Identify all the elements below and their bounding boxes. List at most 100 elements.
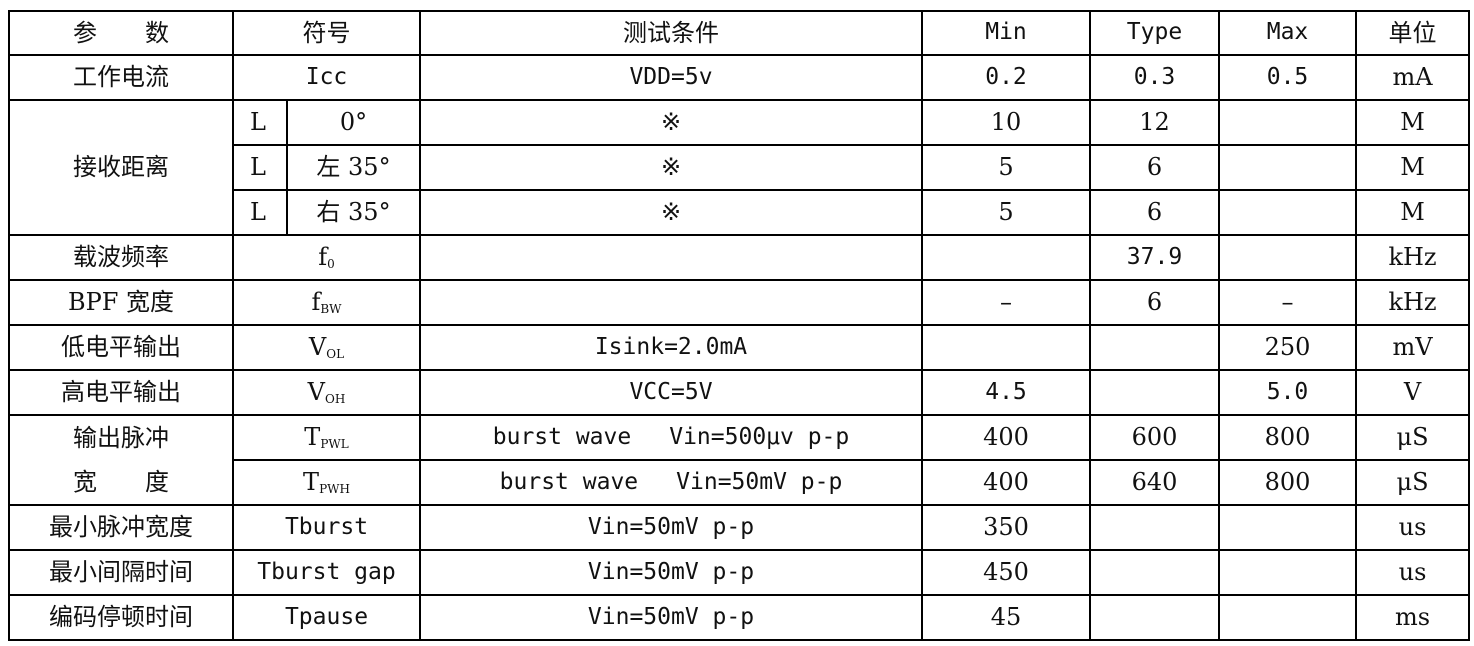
unit-cell: ms xyxy=(1355,594,1470,641)
param-cell-line2: 宽 度 xyxy=(8,460,234,506)
condition-cell: VDD=5v xyxy=(419,54,923,101)
condition-wave: burst wave xyxy=(492,423,632,450)
unit-cell: us xyxy=(1355,549,1470,596)
table-row-tburst: 最小脉冲宽度 Tburst Vin=50mV p-p 350 us xyxy=(8,504,1470,551)
symbol-cell: Icc xyxy=(232,54,421,101)
symbol-main: V xyxy=(308,332,327,361)
max-cell: 250 xyxy=(1218,324,1357,371)
type-cell: 6 xyxy=(1089,279,1220,326)
param-cell: 最小脉冲宽度 xyxy=(8,504,234,551)
symbol-sub: PWL xyxy=(320,436,349,451)
unit-cell: V xyxy=(1355,369,1470,416)
unit-cell: kHz xyxy=(1355,234,1470,281)
param-cell: 编码停顿时间 xyxy=(8,594,234,641)
table-row-voh: 高电平输出 VOH VCC=5V 4.5 5.0 V xyxy=(8,369,1470,416)
condition-cell: burst wave Vin=500μv p-p xyxy=(419,414,923,461)
l-cell: L xyxy=(232,99,288,146)
param-cell: 最小间隔时间 xyxy=(8,549,234,596)
type-cell xyxy=(1089,504,1220,551)
min-cell: 400 xyxy=(921,459,1091,506)
header-max: Max xyxy=(1218,10,1357,56)
symbol-main: V xyxy=(307,377,326,406)
param-cell: 低电平输出 xyxy=(8,324,234,371)
unit-cell: mA xyxy=(1355,54,1470,101)
param-cell: 高电平输出 xyxy=(8,369,234,416)
min-cell: – xyxy=(921,279,1091,326)
symbol-sub: 0 xyxy=(327,256,335,271)
max-cell: – xyxy=(1218,279,1357,326)
max-cell: 5.0 xyxy=(1218,369,1357,416)
min-cell: 400 xyxy=(921,414,1091,461)
table-row-vol: 低电平输出 VOL Isink=2.0mA 250 mV xyxy=(8,324,1470,371)
type-cell: 600 xyxy=(1089,414,1220,461)
header-unit: 单位 xyxy=(1355,10,1470,56)
symbol-cell: VOL xyxy=(232,324,421,371)
symbol-sub: PWH xyxy=(319,481,350,496)
header-param: 参 数 xyxy=(8,10,234,56)
symbol-main: T xyxy=(304,422,321,451)
condition-cell: Vin=50mV p-p xyxy=(419,504,923,551)
type-cell xyxy=(1089,324,1220,371)
symbol-cell: TPWH xyxy=(232,459,421,506)
type-cell: 12 xyxy=(1089,99,1220,146)
min-cell xyxy=(921,324,1091,371)
condition-cell: ※ xyxy=(419,189,923,236)
min-cell: 350 xyxy=(921,504,1091,551)
symbol-sub: BW xyxy=(320,301,342,316)
symbol-sub: OL xyxy=(326,346,345,361)
symbol-cell: TPWL xyxy=(232,414,421,461)
symbol-main: T xyxy=(303,467,320,496)
param-cell-line1: 输出脉冲 xyxy=(8,414,234,460)
table-row-pause: 编码停顿时间 Tpause Vin=50mV p-p 45 ms xyxy=(8,594,1470,641)
param-cell: BPF 宽度 xyxy=(8,279,234,326)
unit-cell: μS xyxy=(1355,459,1470,506)
symbol-main: f xyxy=(318,242,328,271)
type-cell: 0.3 xyxy=(1089,54,1220,101)
symbol-cell: Tpause xyxy=(232,594,421,641)
header-condition: 测试条件 xyxy=(419,10,923,56)
max-cell xyxy=(1218,99,1357,146)
max-cell: 0.5 xyxy=(1218,54,1357,101)
angle-cell: 左 35° xyxy=(286,144,421,191)
header-min: Min xyxy=(921,10,1091,56)
unit-cell: M xyxy=(1355,189,1470,236)
symbol-cell: Tburst gap xyxy=(232,549,421,596)
min-cell: 5 xyxy=(921,189,1091,236)
table-row-carrier: 载波频率 f0 37.9 kHz xyxy=(8,234,1470,281)
symbol-cell: Tburst xyxy=(232,504,421,551)
condition-cell: VCC=5V xyxy=(419,369,923,416)
symbol-cell: VOH xyxy=(232,369,421,416)
condition-cell: Isink=2.0mA xyxy=(419,324,923,371)
unit-cell: us xyxy=(1355,504,1470,551)
max-cell xyxy=(1218,189,1357,236)
type-cell xyxy=(1089,594,1220,641)
table-row-tpwl: 输出脉冲 TPWL burst wave Vin=500μv p-p 400 60… xyxy=(8,414,1470,461)
symbol-cell: fBW xyxy=(232,279,421,326)
condition-vin: Vin=500μv p-p xyxy=(669,423,850,450)
condition-cell: ※ xyxy=(419,144,923,191)
min-cell: 450 xyxy=(921,549,1091,596)
angle-cell: 0° xyxy=(286,99,421,146)
max-cell xyxy=(1218,144,1357,191)
max-cell xyxy=(1218,594,1357,641)
condition-vin: Vin=50mV p-p xyxy=(676,468,843,495)
max-cell: 800 xyxy=(1218,414,1357,461)
min-cell: 10 xyxy=(921,99,1091,146)
angle-cell: 右 35° xyxy=(286,189,421,236)
max-cell: 800 xyxy=(1218,459,1357,506)
condition-cell: ※ xyxy=(419,99,923,146)
table-row-distance-0: 接收距离 L 0° ※ 10 12 M xyxy=(8,99,1470,236)
symbol-cell: f0 xyxy=(232,234,421,281)
unit-cell: M xyxy=(1355,144,1470,191)
type-cell: 6 xyxy=(1089,189,1220,236)
type-cell: 37.9 xyxy=(1089,234,1220,281)
min-cell: 5 xyxy=(921,144,1091,191)
min-cell xyxy=(921,234,1091,281)
type-cell: 640 xyxy=(1089,459,1220,506)
table-row-gap: 最小间隔时间 Tburst gap Vin=50mV p-p 450 us xyxy=(8,549,1470,596)
condition-cell xyxy=(419,279,923,326)
type-cell xyxy=(1089,369,1220,416)
type-cell: 6 xyxy=(1089,144,1220,191)
unit-cell: mV xyxy=(1355,324,1470,371)
header-type: Type xyxy=(1089,10,1220,56)
